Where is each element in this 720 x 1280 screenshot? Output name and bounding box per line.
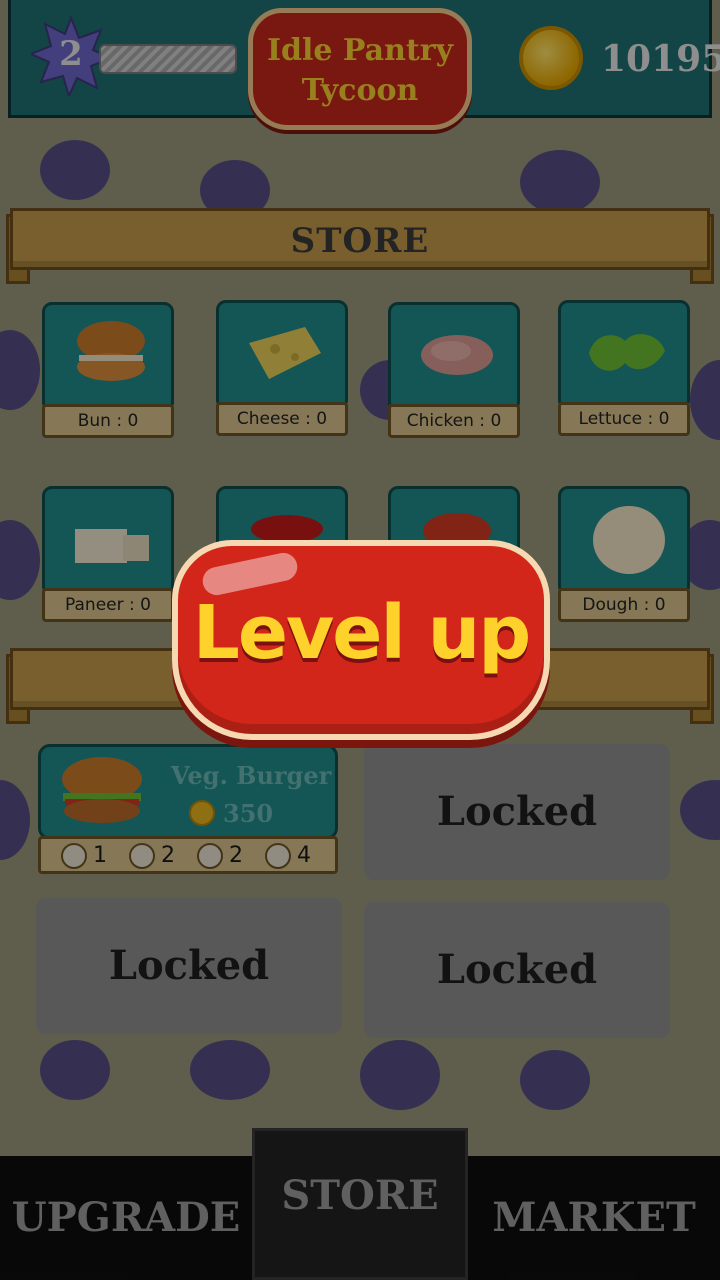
level-up-text: Level up xyxy=(192,590,532,676)
level-up-popup[interactable]: Level up xyxy=(172,540,550,740)
